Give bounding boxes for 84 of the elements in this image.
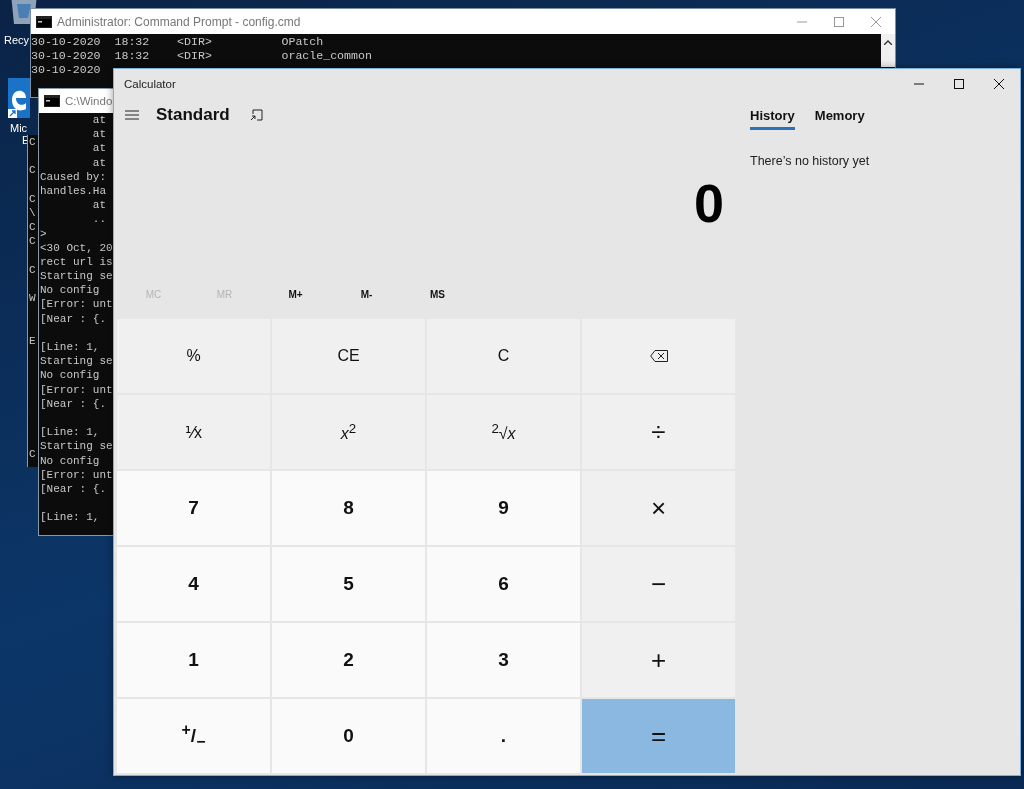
memory-button[interactable]: M- — [331, 279, 402, 309]
maximize-icon[interactable] — [954, 79, 964, 89]
console-line: [Error: unt — [40, 383, 113, 396]
digit-key[interactable]: 4 — [117, 547, 270, 621]
operator-key[interactable]: × — [582, 471, 735, 545]
console-line: > — [40, 227, 47, 240]
digit-key[interactable]: 5 — [272, 547, 425, 621]
window-title: C:\Windo — [65, 95, 113, 107]
console-line: \ — [29, 206, 36, 219]
console-line: [Line: 1, — [40, 341, 100, 353]
console-line: [Near : {. — [40, 397, 106, 410]
backspace-icon — [649, 350, 668, 362]
console-line: W — [29, 292, 36, 305]
digit-key[interactable]: 6 — [427, 547, 580, 621]
console-line: Starting se — [40, 355, 113, 368]
digit-key[interactable]: 8 — [272, 471, 425, 545]
scroll-up-icon[interactable] — [884, 40, 892, 45]
console-line: at — [91, 199, 106, 212]
console-line: at — [91, 142, 106, 155]
window-title: Calculator — [124, 78, 176, 90]
digit-key[interactable]: 2 — [272, 623, 425, 697]
digit-key[interactable]: 1 — [117, 623, 270, 697]
digit-key[interactable]: $^{+}$/$_{−}$ — [117, 699, 270, 773]
console-line: C — [29, 235, 36, 248]
console-line: Starting se — [40, 270, 113, 283]
console-line: .. — [91, 213, 106, 226]
function-key[interactable]: CE — [272, 319, 425, 393]
console-line: [Near : {. — [40, 312, 106, 325]
desktop-icon-label: Mic — [10, 122, 28, 134]
console-line: C — [29, 263, 36, 276]
console-line: <30 Oct, 20 — [40, 241, 113, 254]
function-key[interactable]: % — [117, 319, 270, 393]
console-line: [Line: 1, — [40, 511, 100, 524]
console-line: at — [91, 156, 106, 169]
operator-key[interactable]: ÷ — [582, 395, 735, 469]
console-line: 30-10-2020 18:32 <DIR> OPatch — [31, 35, 324, 48]
console-line: Starting se — [40, 440, 113, 453]
memory-button[interactable]: MS — [402, 279, 473, 309]
console-line: [Line: 1, — [40, 426, 100, 439]
close-icon[interactable] — [994, 79, 1004, 89]
history-empty-message: There’s no history yet — [750, 154, 871, 168]
console-line: No config — [40, 284, 100, 297]
console-line: at — [91, 128, 106, 141]
console-line: Caused by: — [40, 170, 106, 183]
function-key[interactable]: ⅟x — [117, 395, 270, 469]
function-key[interactable]: C — [427, 319, 580, 393]
panel-tab[interactable]: History — [750, 108, 795, 130]
window-title: Administrator: Command Prompt - config.cmd — [57, 14, 301, 29]
console-line: at — [91, 114, 106, 126]
console-line: C — [29, 164, 36, 177]
scrollbar[interactable] — [881, 34, 895, 67]
digit-key[interactable]: 3 — [427, 623, 580, 697]
console-line: 30-10-2020 18:32 <DIR> oracle_common — [31, 49, 372, 63]
browser-icon[interactable] — [8, 78, 30, 118]
operator-key[interactable]: − — [582, 547, 735, 621]
console-line: 30-10-2020 — [31, 63, 101, 77]
function-key[interactable]: x$^{2}$ — [272, 395, 425, 469]
digit-key[interactable]: 7 — [117, 471, 270, 545]
console-line: handles.Ha — [40, 184, 106, 197]
console-icon — [36, 15, 52, 28]
console-line: rect url is — [40, 255, 113, 268]
display-value: 0 — [693, 172, 724, 234]
console-line: C — [29, 192, 36, 205]
digit-key[interactable]: . — [427, 699, 580, 773]
console-line: C — [29, 448, 36, 461]
mode-title: Standard — [156, 105, 230, 125]
digit-key[interactable]: 0 — [272, 699, 425, 773]
function-key[interactable]: $^{2}$√x — [427, 395, 580, 469]
digit-key[interactable]: 9 — [427, 471, 580, 545]
operator-key[interactable]: + — [582, 623, 735, 697]
panel-tab[interactable]: Memory — [814, 108, 865, 130]
console-line: E — [29, 334, 36, 347]
console-line: [Error: unt — [40, 298, 113, 311]
console-line: [Error: unt — [40, 468, 113, 481]
console-line: No config — [40, 454, 100, 467]
keep-on-top-icon[interactable] — [249, 109, 263, 121]
desktop-icon-label: Recy — [4, 34, 30, 46]
console-line: C — [29, 221, 36, 234]
menu-icon[interactable] — [125, 110, 139, 120]
console-line: [Near : {. — [40, 482, 106, 495]
memory-button[interactable]: M+ — [260, 279, 331, 309]
equals-key[interactable]: = — [582, 699, 735, 773]
console-line: No config — [40, 369, 100, 382]
console-icon — [44, 95, 60, 107]
